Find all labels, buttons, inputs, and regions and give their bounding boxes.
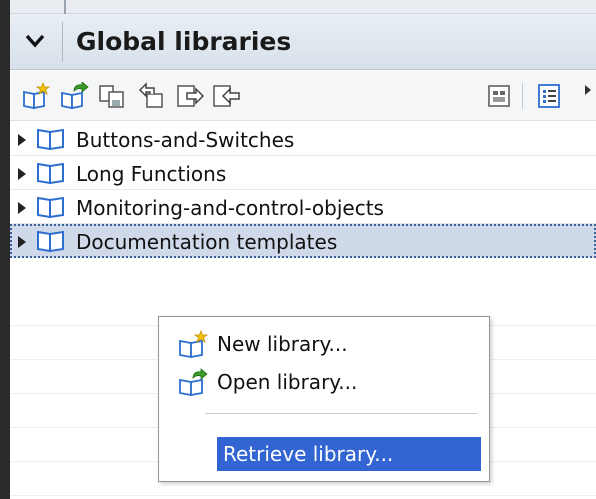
toolbar-overflow-icon[interactable] <box>585 85 591 95</box>
new-library-icon <box>177 329 209 359</box>
global-libraries-panel: Global libraries Buttons-and-Switches Lo… <box>10 14 596 499</box>
library-item-monitoring-and-control-objects[interactable]: Monitoring-and-control-objects <box>10 190 596 224</box>
expand-arrow-icon[interactable] <box>18 236 26 248</box>
library-item-buttons-and-switches[interactable]: Buttons-and-Switches <box>10 122 596 156</box>
expand-arrow-icon[interactable] <box>18 202 26 214</box>
create-library-icon[interactable] <box>20 80 52 112</box>
library-toolbar <box>10 71 596 121</box>
library-book-icon <box>36 127 66 151</box>
chevron-down-icon[interactable] <box>22 28 48 54</box>
context-menu: New library... Open library... Retrieve … <box>158 316 490 482</box>
expand-arrow-icon[interactable] <box>18 134 26 146</box>
window-left-edge <box>0 0 10 499</box>
export-icon[interactable] <box>174 80 206 112</box>
menu-item-label: New library... <box>217 332 348 356</box>
library-item-label: Documentation templates <box>76 230 338 254</box>
toolbar-separator <box>522 83 523 109</box>
panel-header[interactable]: Global libraries <box>10 14 596 70</box>
menu-item-label: Open library... <box>217 370 358 394</box>
open-library-icon[interactable] <box>58 80 90 112</box>
library-item-long-functions[interactable]: Long Functions <box>10 156 596 190</box>
library-view-icon[interactable] <box>484 80 516 112</box>
library-item-documentation-templates[interactable]: Documentation templates <box>10 224 596 258</box>
library-item-label: Long Functions <box>76 162 227 186</box>
library-book-icon <box>36 195 66 219</box>
menu-item-open-library[interactable]: Open library... <box>169 365 479 399</box>
library-book-icon <box>36 161 66 185</box>
library-book-icon <box>36 229 66 253</box>
panel-title: Global libraries <box>76 27 292 56</box>
import-icon[interactable] <box>210 80 242 112</box>
save-library-icon[interactable] <box>96 80 128 112</box>
library-tree: Buttons-and-Switches Long Functions Moni… <box>10 122 596 258</box>
menu-item-new-library[interactable]: New library... <box>169 327 479 361</box>
header-divider <box>62 22 63 62</box>
menu-item-label: Retrieve library... <box>223 442 394 466</box>
list-details-icon[interactable] <box>534 80 566 112</box>
library-item-label: Monitoring-and-control-objects <box>76 196 384 220</box>
top-strip <box>10 0 596 14</box>
top-strip-divider <box>64 0 66 14</box>
expand-arrow-icon[interactable] <box>18 168 26 180</box>
menu-separator <box>205 413 477 414</box>
library-item-label: Buttons-and-Switches <box>76 128 295 152</box>
undo-icon[interactable] <box>136 80 168 112</box>
menu-item-retrieve-library[interactable]: Retrieve library... <box>217 437 481 471</box>
open-library-icon <box>177 368 209 397</box>
